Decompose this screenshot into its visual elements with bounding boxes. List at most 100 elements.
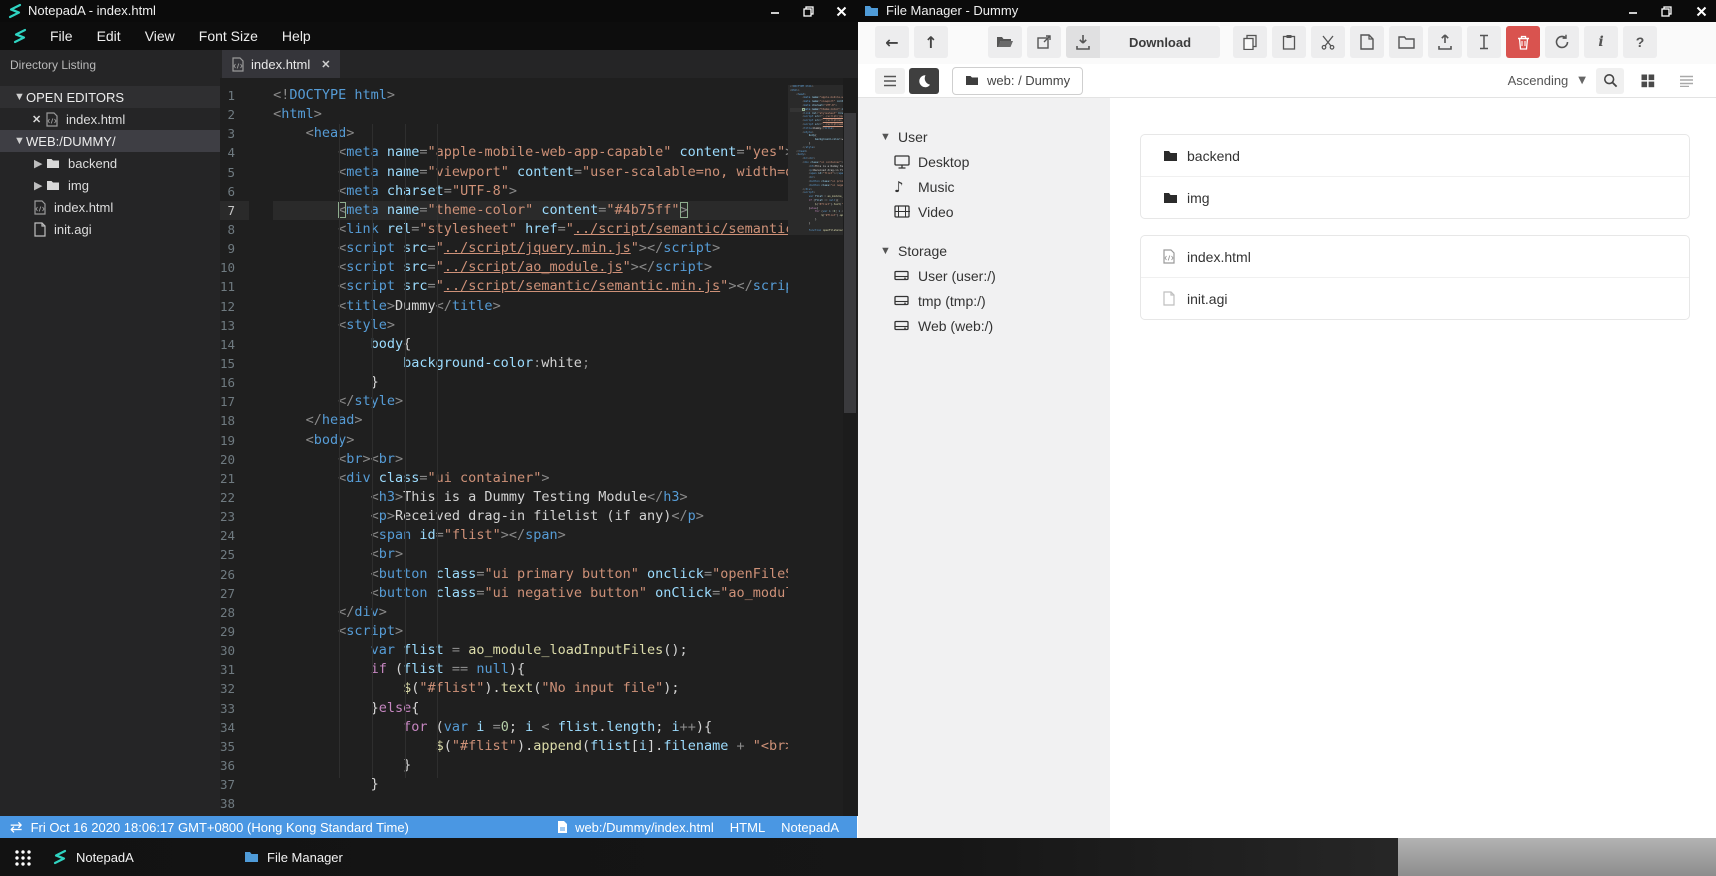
apps-grid-button[interactable] — [0, 838, 44, 876]
chevron-down-icon[interactable]: ▼ — [14, 135, 26, 147]
info-button[interactable]: i — [1584, 26, 1618, 58]
download-button[interactable]: Download — [1066, 26, 1220, 58]
folder-icon — [1163, 192, 1187, 204]
editor-area: index.html ✕ 1 2 3 4 5 6 7 8 9 10 11 12 13 14 15 16 17 18… — [220, 50, 858, 816]
taskbar-item-file-manager[interactable]: File Manager — [244, 838, 343, 876]
sidebar-item-web-web-[interactable]: Web (web:/) — [858, 313, 1110, 338]
tree-item-open-editors[interactable]: ▼ OPEN EDITORS — [0, 86, 220, 108]
notepad-restore-button[interactable] — [795, 0, 821, 22]
scrollbar-thumb[interactable] — [844, 113, 856, 413]
breadcrumb-path: web: / Dummy — [987, 73, 1071, 88]
new-folder-button[interactable] — [1389, 26, 1423, 58]
fm-restore-button[interactable] — [1653, 0, 1679, 22]
folder-open-button[interactable] — [988, 26, 1022, 58]
hamburger-menu-button[interactable] — [875, 67, 905, 94]
grid-view-button[interactable] — [1634, 74, 1662, 88]
rename-button[interactable] — [1467, 26, 1501, 58]
file-row-init-agi[interactable]: init.agi — [1141, 277, 1689, 319]
breadcrumb[interactable]: web: / Dummy — [952, 66, 1084, 95]
fm-close-button[interactable] — [1688, 0, 1714, 22]
notepad-close-button[interactable] — [828, 0, 854, 22]
sidebar-section-storage[interactable]: ▼ Storage — [858, 238, 1110, 263]
chevron-down-icon[interactable]: ▼ — [880, 245, 898, 257]
list-view-button[interactable] — [1672, 75, 1700, 87]
tree-item-index-html[interactable]: ✕ index.html — [0, 108, 220, 130]
tree-item-label: backend — [68, 155, 118, 171]
sidebar-item-user-user-[interactable]: User (user:/) — [858, 263, 1110, 288]
html-file-icon — [232, 56, 244, 72]
new-file-button[interactable] — [1350, 26, 1384, 58]
notepada-logo-icon — [7, 3, 23, 19]
menu-edit[interactable]: Edit — [85, 22, 133, 50]
notepada-logo-icon — [12, 28, 28, 44]
tree-item-label: img — [68, 177, 89, 193]
up-button[interactable]: ↑ — [914, 26, 948, 58]
sidebar-item-music[interactable]: ♪ Music — [858, 174, 1110, 199]
tree-item-label: OPEN EDITORS — [26, 89, 125, 105]
menu-font-size[interactable]: Font Size — [187, 22, 270, 50]
dark-mode-moon-button[interactable] — [909, 67, 939, 94]
upload-button[interactable] — [1428, 26, 1462, 58]
status-datetime: Fri Oct 16 2020 18:06:17 GMT+0800 (Hong … — [30, 819, 409, 835]
back-button[interactable]: ← — [875, 26, 909, 58]
file-row-backend[interactable]: backend — [1141, 135, 1689, 176]
tree-item-index-html[interactable]: index.html — [0, 196, 220, 218]
fm-minimize-button[interactable] — [1620, 0, 1646, 22]
refresh-button[interactable] — [1545, 26, 1579, 58]
trash-button[interactable] — [1506, 26, 1540, 58]
folder-icon — [46, 180, 60, 191]
notepad-minimize-button[interactable] — [762, 0, 788, 22]
cut-button[interactable] — [1311, 26, 1345, 58]
tree-item-img[interactable]: ▶ img — [0, 174, 220, 196]
copy-button[interactable] — [1233, 26, 1267, 58]
file-icon — [1163, 291, 1187, 306]
sidebar-item-label: tmp (tmp:/) — [918, 292, 986, 309]
file-group-card: index.html init.agi — [1140, 235, 1690, 320]
taskbar-item-label: File Manager — [267, 849, 343, 865]
menu-view[interactable]: View — [133, 22, 187, 50]
tree-item-label: init.agi — [54, 221, 92, 237]
tree-item-init-agi[interactable]: init.agi — [0, 218, 220, 240]
file-row-index-html[interactable]: index.html — [1141, 236, 1689, 277]
editor-scrollbar[interactable] — [843, 78, 857, 816]
sort-order-label[interactable]: Ascending — [1508, 73, 1569, 88]
search-button[interactable] — [1596, 67, 1624, 94]
external-link-button[interactable] — [1027, 26, 1061, 58]
tree-item-label: index.html — [66, 111, 126, 127]
file-icon — [34, 199, 46, 215]
wallpaper-patch — [1398, 838, 1716, 876]
section-label: User — [898, 128, 928, 145]
drive-icon — [894, 269, 918, 282]
tab-index-html[interactable]: index.html ✕ — [222, 50, 341, 78]
sync-transfer-icon: ⇄ — [10, 818, 23, 836]
sidebar-item-tmp-tmp-[interactable]: tmp (tmp:/) — [858, 288, 1110, 313]
file-row-label: img — [1187, 189, 1210, 206]
sidebar-item-desktop[interactable]: Desktop — [858, 149, 1110, 174]
tree-item-web-dummy-[interactable]: ▼ WEB:/DUMMY/ — [0, 130, 220, 152]
tree-item-backend[interactable]: ▶ backend — [0, 152, 220, 174]
chevron-down-icon[interactable]: ▼ — [1578, 75, 1586, 86]
status-file-path[interactable]: web:/Dummy/index.html — [575, 820, 714, 835]
help-button[interactable]: ? — [1623, 26, 1657, 58]
paste-button[interactable] — [1272, 26, 1306, 58]
status-language[interactable]: HTML — [730, 820, 765, 835]
chevron-right-icon[interactable]: ▶ — [34, 179, 46, 192]
file-icon — [46, 111, 58, 127]
chevron-down-icon[interactable]: ▼ — [14, 91, 26, 103]
code-region[interactable]: 1 2 3 4 5 6 7 8 9 10 11 12 13 14 15 16 17 18 19 20 21 22 23 24 2… — [220, 78, 788, 816]
chevron-right-icon[interactable]: ▶ — [34, 157, 46, 170]
minimap-slider[interactable] — [788, 85, 843, 235]
sidebar-section-user[interactable]: ▼ User — [858, 124, 1110, 149]
menu-file[interactable]: File — [38, 22, 85, 50]
sidebar-item-label: User (user:/) — [918, 267, 996, 284]
notepad-sidebar: Directory Listing ▼ OPEN EDITORS ✕ index.ht… — [0, 50, 220, 816]
file-row-img[interactable]: img — [1141, 176, 1689, 218]
desktop-icon — [894, 154, 918, 169]
close-icon[interactable]: ✕ — [32, 113, 46, 126]
file-badge-icon — [557, 820, 568, 834]
menu-help[interactable]: Help — [270, 22, 323, 50]
sidebar-item-video[interactable]: Video — [858, 199, 1110, 224]
taskbar-item-notepada[interactable]: NotepadA — [52, 838, 134, 876]
chevron-down-icon[interactable]: ▼ — [880, 131, 898, 143]
tab-close-icon[interactable]: ✕ — [321, 58, 330, 71]
